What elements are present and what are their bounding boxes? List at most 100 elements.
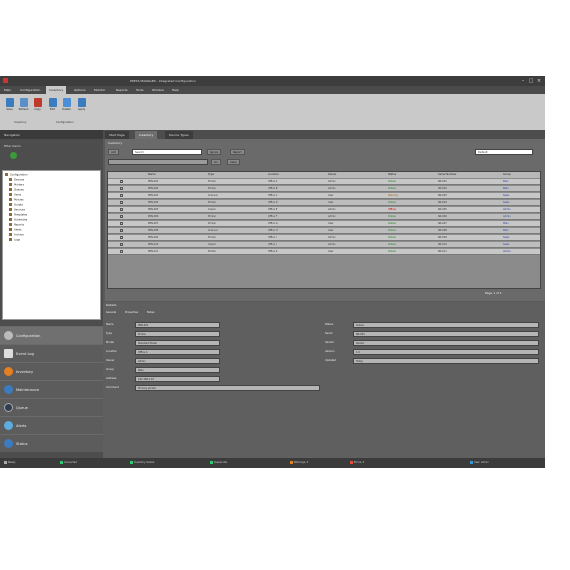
add-icon[interactable]	[10, 152, 17, 159]
tree-item[interactable]: Reports	[9, 223, 24, 227]
table-row[interactable]: PRN-003 Scanner Office C User Warning SN-003 S…	[108, 193, 540, 199]
row-selector[interactable]	[120, 215, 123, 218]
row-selector[interactable]	[120, 243, 123, 246]
nav-status[interactable]: Status	[0, 434, 103, 452]
field-value[interactable]: Online	[353, 322, 539, 328]
add-button[interactable]: Add	[108, 149, 120, 155]
table-row[interactable]: PRN-007 Printer Office G User Online SN-007 Ma…	[108, 221, 540, 227]
row-selector[interactable]	[120, 201, 123, 204]
table-row[interactable]: PRN-009 Printer Office I Admin Online SN-009 S…	[108, 235, 540, 241]
column-header-type[interactable]: Type	[208, 173, 214, 176]
table-row[interactable]: PRN-005 Copier Office E Admin Offline SN-005 A…	[108, 207, 540, 213]
nav-configuration[interactable]: Configuration	[0, 326, 103, 344]
close-icon[interactable]: ×	[536, 78, 542, 84]
minimize-icon[interactable]: –	[520, 78, 526, 84]
tree-item[interactable]: Queues	[9, 188, 24, 192]
apply-button[interactable]: Apply	[75, 98, 88, 111]
tree-item[interactable]: Scripts	[9, 203, 23, 207]
report-button[interactable]: Report	[230, 149, 245, 155]
field-value[interactable]: 1.0	[353, 349, 539, 355]
tab-inventory[interactable]: Inventory	[135, 131, 158, 139]
delete-button[interactable]: Delete	[60, 98, 73, 111]
go-button[interactable]: Go	[211, 159, 221, 165]
row-selector[interactable]	[120, 250, 123, 253]
row-selector[interactable]	[120, 180, 123, 183]
menu-help[interactable]: Help	[172, 88, 179, 92]
row-selector[interactable]	[120, 187, 123, 190]
menu-tools[interactable]: Tools	[136, 88, 143, 92]
field-value[interactable]: SN-001	[353, 331, 539, 337]
row-selector[interactable]	[120, 222, 123, 225]
column-header-serial[interactable]: Serial Number	[438, 173, 457, 176]
field-value[interactable]: Today	[353, 358, 539, 364]
table-row[interactable]: PRN-010 Copier Office J Admin Online SN-010 Sa…	[108, 242, 540, 248]
filter-input[interactable]	[108, 159, 208, 165]
tab-device-types[interactable]: Device Types	[165, 131, 193, 139]
tree-item[interactable]: Devices	[9, 178, 24, 182]
column-header-owner[interactable]: Owner	[328, 173, 336, 176]
table-cell-name: PRN-011	[148, 250, 159, 253]
table-cell-status: Warning	[388, 194, 398, 197]
tree-item[interactable]: Policies	[9, 198, 24, 202]
nav-maintenance[interactable]: Maintenance	[0, 380, 103, 398]
field-value[interactable]: Standard Model	[135, 340, 220, 346]
menu-monitor[interactable]: Monitor	[94, 88, 105, 92]
tree-item[interactable]: Alerts	[9, 228, 22, 232]
column-header-location[interactable]: Location	[268, 173, 279, 176]
nav-event-log[interactable]: Event Log	[0, 344, 103, 362]
field-value[interactable]: Admin	[135, 358, 220, 364]
tree-item[interactable]: Services	[9, 208, 25, 212]
table-row[interactable]: PRN-004 Printer Office D User Online SN-004 Sa…	[108, 200, 540, 206]
menu-reports[interactable]: Reports	[116, 88, 128, 92]
menu-configuration[interactable]: Configuration	[20, 88, 40, 92]
menu-options[interactable]: Options	[74, 88, 86, 92]
tree-item[interactable]: Users	[9, 193, 21, 197]
tree-item[interactable]: Logs	[9, 238, 20, 242]
tree-item[interactable]: Templates	[9, 213, 27, 217]
row-selector[interactable]	[120, 208, 123, 211]
field-value[interactable]: Main	[135, 367, 220, 373]
table-row[interactable]: PRN-011 Printer Office K User Online SN-011 Ad…	[108, 249, 540, 255]
save-button[interactable]: Save	[3, 98, 16, 111]
menu-inventory[interactable]: Inventory	[46, 86, 67, 94]
column-header-group[interactable]: Group	[503, 173, 511, 176]
table-row[interactable]: PRN-002 Printer Office B Admin Online SN-002 M…	[108, 186, 540, 192]
menu-main[interactable]: Main	[4, 88, 11, 92]
nav-inventory[interactable]: Inventory	[0, 362, 103, 380]
table-row[interactable]: PRN-006 Printer Office F Admin Online SN-006 A…	[108, 214, 540, 220]
tree-item[interactable]: Archive	[9, 233, 24, 237]
field-value[interactable]: Primary printer	[135, 385, 320, 391]
field-value[interactable]: Office A	[135, 349, 220, 355]
tree-item[interactable]: Printers	[9, 183, 24, 187]
layout-select[interactable]: Default	[475, 149, 533, 155]
row-selector[interactable]	[120, 229, 123, 232]
row-selector[interactable]	[120, 194, 123, 197]
search-input[interactable]: Search	[132, 149, 202, 155]
table-row[interactable]: PRN-008 Scanner Office H User Online SN-008 Ma…	[108, 228, 540, 234]
row-selector[interactable]	[120, 236, 123, 239]
nav-queue[interactable]: Queue	[0, 398, 103, 416]
subtab-properties[interactable]: Properties	[125, 311, 138, 314]
column-header-status[interactable]: Status	[388, 173, 396, 176]
field-value[interactable]: Vendor	[353, 340, 539, 346]
maximize-icon[interactable]: □	[528, 78, 534, 84]
column-header-name[interactable]: Name	[148, 173, 156, 176]
tree-item[interactable]: Schedules	[9, 218, 27, 222]
copy-button[interactable]: Copy	[31, 98, 44, 111]
nav-alerts[interactable]: Alerts	[0, 416, 103, 434]
menu-window[interactable]: Window	[152, 88, 164, 92]
tab-start-page[interactable]: Start Page	[105, 131, 129, 139]
table-row[interactable]: PRN-001 Printer Office A Admin Online SN-001 M…	[108, 179, 540, 185]
subtab-general[interactable]: General	[106, 311, 116, 314]
edit-button[interactable]: Edit	[46, 98, 59, 111]
clear-button[interactable]: Clear	[227, 159, 240, 165]
pager[interactable]: Page 1 of 1	[485, 291, 502, 295]
ignore-button[interactable]: Ignore	[207, 149, 222, 155]
refresh-button[interactable]: Refresh	[17, 98, 30, 111]
tree-item[interactable]: Configuration	[5, 173, 28, 177]
field-value[interactable]: PRN-001	[135, 322, 220, 328]
navigation-tree[interactable]: Configuration Devices Printers Queues Us…	[2, 170, 101, 320]
field-value[interactable]: Printer	[135, 331, 220, 337]
field-value[interactable]: 192.168.1.10	[135, 376, 220, 382]
subtab-notes[interactable]: Notes	[147, 311, 155, 314]
